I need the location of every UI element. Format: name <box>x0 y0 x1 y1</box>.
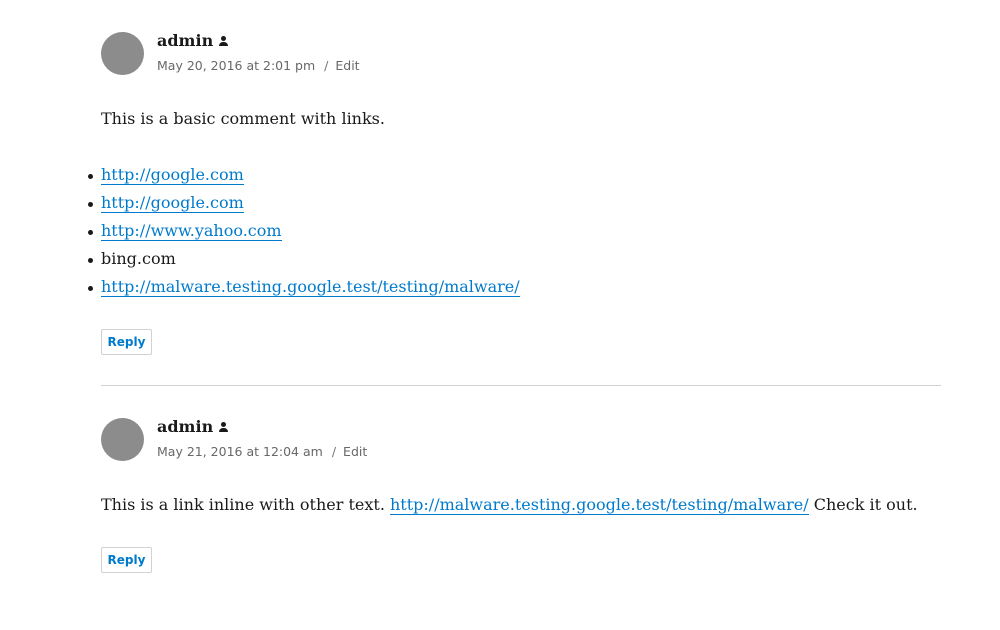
comment-text: This is a basic comment with links. <box>101 109 385 128</box>
link-google-1[interactable]: http://google.com <box>101 165 244 185</box>
list-item: http://malware.testing.google.test/testi… <box>88 273 520 301</box>
author-name[interactable]: admin <box>157 417 213 436</box>
comment-author: admin <box>157 417 229 436</box>
comment-date-link[interactable]: May 20, 2016 at 2:01 pm <box>157 58 315 73</box>
link-yahoo[interactable]: http://www.yahoo.com <box>101 221 282 241</box>
inline-link-malware[interactable]: http://malware.testing.google.test/testi… <box>390 495 809 515</box>
comment-header: admin May 20, 2016 at 2:01 pm / Edit <box>101 30 941 76</box>
comment-divider <box>101 385 941 386</box>
plain-text-bing: bing.com <box>101 249 176 268</box>
comment-meta: May 20, 2016 at 2:01 pm / Edit <box>157 58 360 73</box>
comment-date-link[interactable]: May 21, 2016 at 12:04 am <box>157 444 323 459</box>
user-icon <box>219 421 229 433</box>
comment-header: admin May 21, 2016 at 12:04 am / Edit <box>101 416 941 462</box>
author-name[interactable]: admin <box>157 31 213 50</box>
meta-separator: / <box>331 444 337 459</box>
list-item: http://google.com <box>88 161 520 189</box>
edit-link[interactable]: Edit <box>343 444 367 459</box>
comment-text: This is a link inline with other text. h… <box>101 491 918 519</box>
link-list: http://google.com http://google.com http… <box>88 161 520 301</box>
list-item: http://google.com <box>88 189 520 217</box>
reply-button[interactable]: Reply <box>101 329 152 355</box>
text-after-link: Check it out. <box>813 495 918 514</box>
edit-link[interactable]: Edit <box>335 58 359 73</box>
comment-author: admin <box>157 31 229 50</box>
text-before-link: This is a link inline with other text. <box>101 495 385 514</box>
list-item: http://www.yahoo.com <box>88 217 520 245</box>
meta-separator: / <box>324 58 329 73</box>
reply-button[interactable]: Reply <box>101 547 152 573</box>
list-item: bing.com <box>88 245 520 273</box>
user-icon <box>219 35 229 47</box>
link-malware[interactable]: http://malware.testing.google.test/testi… <box>101 277 520 297</box>
avatar <box>101 32 144 75</box>
comment-2: admin May 21, 2016 at 12:04 am / Edit This… <box>101 416 941 573</box>
comment-meta: May 21, 2016 at 12:04 am / Edit <box>157 444 367 459</box>
comment-1: admin May 20, 2016 at 2:01 pm / Edit This … <box>88 30 941 355</box>
avatar <box>101 418 144 461</box>
link-google-2[interactable]: http://google.com <box>101 193 244 213</box>
